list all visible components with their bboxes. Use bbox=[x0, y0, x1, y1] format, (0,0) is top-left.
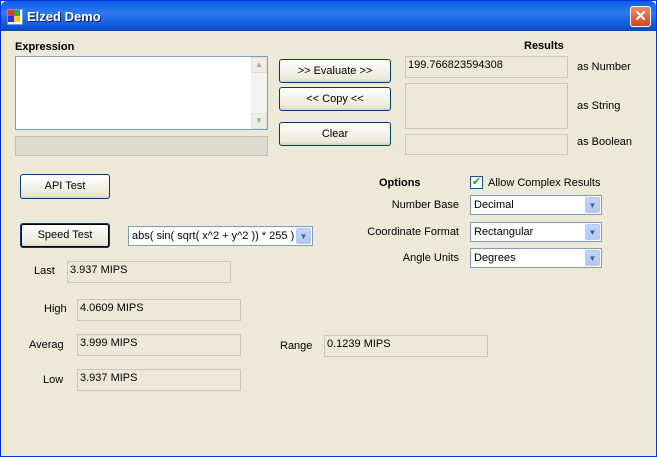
speed-test-dropdown-icon[interactable]: ▼ bbox=[296, 228, 311, 244]
high-label: High bbox=[44, 303, 67, 315]
allow-complex-label: Allow Complex Results bbox=[488, 177, 601, 189]
result-number-label: as Number bbox=[577, 61, 631, 73]
app-icon bbox=[7, 9, 23, 25]
speed-test-button[interactable]: Speed Test bbox=[20, 223, 110, 248]
scroll-down-icon: ▼ bbox=[255, 116, 263, 125]
result-boolean-label: as Boolean bbox=[577, 136, 633, 148]
number-base-label: Number Base bbox=[391, 199, 459, 211]
number-base-dropdown-icon[interactable]: ▼ bbox=[585, 197, 600, 213]
range-value-field: 0.1239 MIPS bbox=[324, 335, 488, 357]
clear-button[interactable]: Clear bbox=[279, 122, 391, 146]
angle-units-select[interactable]: Degrees ▼ bbox=[470, 248, 602, 268]
last-value: 3.937 MIPS bbox=[70, 264, 128, 276]
expression-status-field bbox=[15, 136, 268, 156]
angle-units-label: Angle Units bbox=[402, 252, 459, 264]
high-value-field: 4.0609 MIPS bbox=[77, 299, 241, 321]
result-number-field: 199.766823594308 bbox=[405, 56, 568, 78]
number-base-value: Decimal bbox=[474, 199, 514, 211]
results-label: Results bbox=[524, 40, 564, 52]
average-value-field: 3.999 MIPS bbox=[77, 334, 241, 356]
coordinate-format-select[interactable]: Rectangular ▼ bbox=[470, 222, 602, 242]
angle-units-dropdown-icon[interactable]: ▼ bbox=[585, 250, 600, 266]
scroll-down-button[interactable]: ▼ bbox=[251, 113, 267, 129]
checkmark-icon: ✔ bbox=[471, 176, 482, 188]
app-window: Elzed Demo ✕ Expression ▲ ▼ >> Evaluate … bbox=[0, 0, 657, 457]
evaluate-button[interactable]: >> Evaluate >> bbox=[279, 59, 391, 83]
low-value: 3.937 MIPS bbox=[80, 372, 138, 384]
coordinate-format-label: Coordinate Format bbox=[367, 226, 459, 238]
close-button[interactable]: ✕ bbox=[630, 6, 651, 27]
result-string-field bbox=[405, 83, 568, 129]
last-label: Last bbox=[34, 265, 55, 277]
close-icon: ✕ bbox=[634, 8, 647, 25]
result-string-label: as String bbox=[577, 100, 621, 112]
scroll-up-button[interactable]: ▲ bbox=[251, 57, 267, 73]
average-label: Averag bbox=[29, 339, 64, 351]
coordinate-format-value: Rectangular bbox=[474, 226, 534, 238]
speed-test-expression-value: abs( sin( sqrt( x^2 + y^2 )) * 255 ) bbox=[132, 230, 295, 242]
window-title: Elzed Demo bbox=[27, 9, 101, 24]
result-number-value: 199.766823594308 bbox=[408, 59, 503, 71]
options-label: Options bbox=[379, 177, 421, 189]
expression-scrollbar[interactable]: ▲ ▼ bbox=[251, 57, 267, 129]
copy-button[interactable]: << Copy << bbox=[279, 87, 391, 111]
title-bar[interactable]: Elzed Demo ✕ bbox=[1, 1, 656, 31]
scroll-up-icon: ▲ bbox=[255, 60, 263, 69]
api-test-button[interactable]: API Test bbox=[20, 174, 110, 199]
allow-complex-checkbox[interactable]: ✔ bbox=[470, 176, 483, 189]
result-boolean-field bbox=[405, 134, 568, 155]
expression-label: Expression bbox=[15, 41, 75, 53]
last-value-field: 3.937 MIPS bbox=[67, 261, 231, 283]
coordinate-format-dropdown-icon[interactable]: ▼ bbox=[585, 224, 600, 240]
high-value: 4.0609 MIPS bbox=[80, 302, 144, 314]
low-label: Low bbox=[43, 374, 64, 386]
low-value-field: 3.937 MIPS bbox=[77, 369, 241, 391]
speed-test-expression-select[interactable]: abs( sin( sqrt( x^2 + y^2 )) * 255 ) ▼ bbox=[128, 226, 313, 246]
average-value: 3.999 MIPS bbox=[80, 337, 138, 349]
expression-input[interactable]: ▲ ▼ bbox=[15, 56, 268, 130]
angle-units-value: Degrees bbox=[474, 252, 516, 264]
number-base-select[interactable]: Decimal ▼ bbox=[470, 195, 602, 215]
range-label: Range bbox=[280, 340, 313, 352]
range-value: 0.1239 MIPS bbox=[327, 338, 391, 350]
